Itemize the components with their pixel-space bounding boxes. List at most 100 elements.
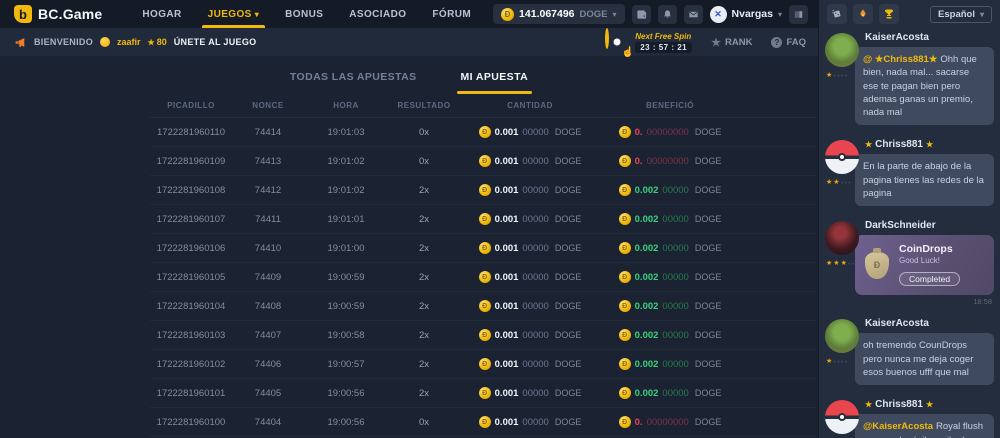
- hot-button[interactable]: [853, 4, 873, 24]
- currency-label: DOGE: [695, 214, 722, 224]
- chevron-down-icon: ▾: [778, 10, 782, 19]
- profit-zeros: 00000: [662, 330, 688, 341]
- bet-amount-cell: Ð0.00100000DOGE: [460, 358, 600, 370]
- bet-nonce: 74404: [232, 417, 304, 428]
- chat-username: KaiserAcosta: [865, 318, 994, 329]
- currency-label: DOGE: [555, 272, 582, 282]
- active-tab-underline: [457, 91, 533, 94]
- bet-amount-cell: Ð0.00100000DOGE: [460, 242, 600, 254]
- bet-time: 19:00:56: [304, 417, 388, 428]
- flame-icon: [857, 8, 869, 20]
- notifications-button[interactable]: [658, 5, 677, 24]
- avatar[interactable]: [825, 33, 859, 67]
- dot-icon: ●: [833, 73, 836, 78]
- table-row[interactable]: 17222819601057440919:00:592xÐ0.00100000D…: [150, 263, 816, 292]
- chat-username-text[interactable]: KaiserAcosta: [865, 318, 929, 329]
- chat-username-text[interactable]: Chriss881: [875, 399, 923, 410]
- free-spin-widget[interactable]: ☝ Next Free Spin 23 : 57 : 21: [605, 30, 692, 54]
- menu-item-forum[interactable]: FÓRUM: [432, 0, 471, 28]
- panel-toggle-button[interactable]: [789, 5, 808, 24]
- bet-time: 19:00:59: [304, 272, 388, 283]
- chat-message: ★★●●●★Chriss881★@KaiserAcostaRoyal flush…: [825, 399, 994, 438]
- bet-amount-cell: Ð0.00100000DOGE: [460, 416, 600, 428]
- column-header-beneficio: BENEFICIÓ: [600, 101, 740, 110]
- table-row[interactable]: 17222819601007440419:00:560xÐ0.00100000D…: [150, 408, 816, 437]
- table-row[interactable]: 17222819601107441419:01:030xÐ0.00100000D…: [150, 118, 816, 147]
- table-row[interactable]: 17222819601027440619:00:572xÐ0.00100000D…: [150, 350, 816, 379]
- bet-amount-zeros: 00000: [522, 272, 548, 283]
- wallet-icon: [636, 9, 647, 20]
- avatar[interactable]: [825, 140, 859, 174]
- main-column: b BC.Game HOGARJUEGOS▾BONUSASOCIADOFÓRUM…: [0, 0, 818, 438]
- bet-profit-cell: Ð0.00200000DOGE: [600, 213, 740, 225]
- chat-username-text[interactable]: Chriss881: [875, 139, 923, 150]
- doge-coin-icon: Ð: [479, 213, 491, 225]
- chevron-down-icon: ▾: [613, 10, 617, 19]
- bet-amount-cell: Ð0.00100000DOGE: [460, 155, 600, 167]
- chat-bubble: @KaiserAcostaRoyal flush es que el móvil…: [855, 414, 994, 438]
- bet-profit-cell: Ð0.00200000DOGE: [600, 387, 740, 399]
- bet-amount-value: 0.001: [495, 243, 519, 254]
- balance-selector[interactable]: Ð 141.067496 DOGE ▾: [493, 4, 624, 24]
- table-row[interactable]: 17222819601077441119:01:012xÐ0.00100000D…: [150, 205, 816, 234]
- moneybag-icon: Ð: [865, 252, 889, 279]
- bet-nonce: 74413: [232, 156, 304, 167]
- column-header-hora: HORA: [304, 101, 388, 110]
- completed-button[interactable]: Completed: [899, 272, 960, 286]
- bet-profit-cell: Ð0.00200000DOGE: [600, 329, 740, 341]
- table-row[interactable]: 17222819601067441019:01:002xÐ0.00100000D…: [150, 234, 816, 263]
- welcomed-username[interactable]: zaafir: [117, 37, 141, 47]
- menu-item-asociado[interactable]: ASOCIADO: [349, 0, 406, 28]
- avatar[interactable]: [825, 221, 859, 255]
- dot-icon: ●: [841, 73, 844, 78]
- menu-item-juegos[interactable]: JUEGOS▾: [208, 0, 260, 28]
- contest-button[interactable]: [879, 4, 899, 24]
- currency-label: DOGE: [555, 359, 582, 369]
- dot-icon: ●: [848, 180, 851, 185]
- messages-button[interactable]: [684, 5, 703, 24]
- doge-coin-icon: Ð: [619, 387, 631, 399]
- menu-item-hogar[interactable]: HOGAR: [142, 0, 181, 28]
- avatar[interactable]: [825, 319, 859, 353]
- tab-mi-apuesta[interactable]: MI APUESTA: [461, 60, 529, 94]
- language-selector[interactable]: Español ▾: [930, 6, 992, 23]
- rank-button[interactable]: ★ RANK: [711, 36, 752, 49]
- wallet-button[interactable]: [632, 5, 651, 24]
- table-row[interactable]: 17222819601037440719:00:582xÐ0.00100000D…: [150, 321, 816, 350]
- pokeball-center: [838, 413, 846, 421]
- bet-nonce: 74406: [232, 359, 304, 370]
- coindrops-card[interactable]: ÐCoinDropsGood Luck!Completed: [855, 235, 994, 295]
- table-row[interactable]: 17222819601097441319:01:020xÐ0.00100000D…: [150, 147, 816, 176]
- bet-hash: 1722281960103: [150, 330, 232, 341]
- tab-todas-las-apuestas[interactable]: TODAS LAS APUESTAS: [290, 60, 417, 94]
- profit-value: 0.: [635, 127, 643, 138]
- bet-amount-zeros: 00000: [522, 330, 548, 341]
- faq-button[interactable]: ? FAQ: [771, 37, 806, 48]
- join-game-label[interactable]: ÚNETE AL JUEGO: [174, 37, 257, 47]
- mention-link[interactable]: @ ★Chriss881★: [863, 54, 937, 65]
- bet-profit-cell: Ð0.00000000DOGE: [600, 416, 740, 428]
- bet-hash: 1722281960102: [150, 359, 232, 370]
- active-menu-underline: [202, 25, 266, 28]
- doge-coin-icon: Ð: [479, 416, 491, 428]
- avatar[interactable]: [825, 400, 859, 434]
- chat-username-text[interactable]: KaiserAcosta: [865, 32, 929, 43]
- menu-item-bonus[interactable]: BONUS: [285, 0, 323, 28]
- currency-label: DOGE: [695, 272, 722, 282]
- dice-button[interactable]: [827, 4, 847, 24]
- table-row[interactable]: 17222819601087441219:01:022xÐ0.00100000D…: [150, 176, 816, 205]
- chat-username-text[interactable]: DarkSchneider: [865, 220, 936, 231]
- table-row[interactable]: 17222819601047440819:00:592xÐ0.00100000D…: [150, 292, 816, 321]
- column-header-nonce: NONCE: [232, 101, 304, 110]
- mention-link[interactable]: @KaiserAcosta: [863, 421, 933, 432]
- bet-hash: 1722281960109: [150, 156, 232, 167]
- bet-amount-cell: Ð0.00100000DOGE: [460, 213, 600, 225]
- currency-label: DOGE: [695, 185, 722, 195]
- table-row[interactable]: 17222819601017440519:00:562xÐ0.00100000D…: [150, 379, 816, 408]
- brand-logo[interactable]: b BC.Game: [14, 5, 102, 23]
- bet-hash: 1722281960108: [150, 185, 232, 196]
- user-menu[interactable]: ✕ Nvargas ▾: [710, 6, 782, 23]
- menu-item-label: JUEGOS: [208, 9, 252, 20]
- currency-label: DOGE: [695, 417, 722, 427]
- chat-sidebar: Español ▾ ★●●●●KaiserAcosta@ ★Chriss881★…: [818, 0, 1000, 438]
